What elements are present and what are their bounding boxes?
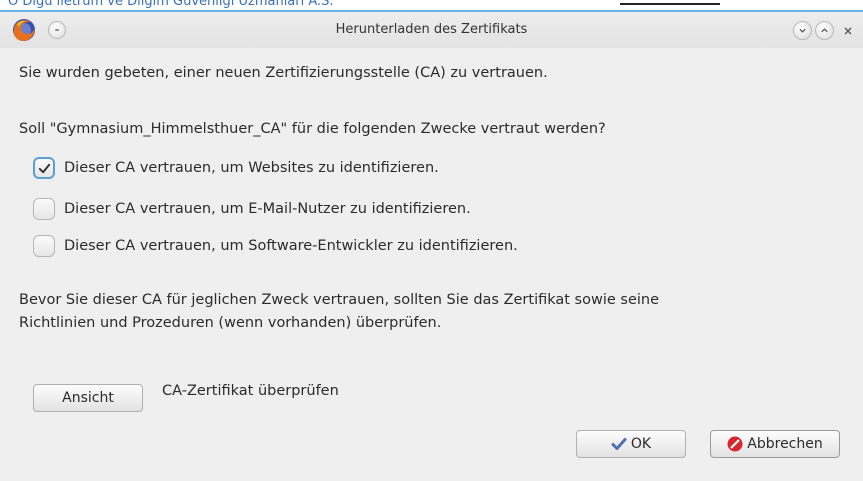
email-label[interactable]: Dieser CA vertrauen, um E-Mail-Nutzer zu… (64, 201, 471, 217)
background-page-text: O Dlgu lletrum ve Dilgim Güvenliği Uzman… (8, 0, 334, 9)
software-checkbox[interactable] (33, 235, 55, 257)
chevron-up-icon[interactable] (815, 21, 834, 40)
option-email[interactable]: Dieser CA vertrauen, um E-Mail-Nutzer zu… (33, 198, 471, 220)
checkmark-icon (38, 163, 50, 173)
dialog-body: Sie wurden gebeten, einer neuen Zertifiz… (0, 48, 863, 481)
trust-question: Soll "Gymnasium_Himmelsthuer_CA" für die… (19, 121, 606, 137)
websites-label[interactable]: Dieser CA vertrauen, um Websites zu iden… (64, 160, 439, 176)
ok-button-label: OK (630, 436, 652, 452)
checkmark-icon (611, 436, 627, 452)
screen: O Dlgu lletrum ve Dilgim Güvenliği Uzman… (0, 0, 863, 481)
websites-checkbox[interactable] (33, 157, 55, 179)
close-icon[interactable] (838, 21, 857, 40)
title-bar[interactable]: Herunterladen des Zertifikats (0, 10, 863, 48)
chevron-down-icon[interactable] (793, 21, 812, 40)
warning-line-1: Bevor Sie dieser CA für jeglichen Zweck … (19, 292, 660, 308)
cancel-button[interactable]: Abbrechen (710, 430, 840, 458)
ok-button[interactable]: OK (576, 430, 686, 458)
view-description: CA-Zertifikat überprüfen (162, 383, 339, 399)
warning-line-2: Richtlinien und Prozeduren (wenn vorhand… (19, 315, 442, 331)
view-button-label: Ansicht (62, 390, 114, 406)
background-page-box (620, 0, 720, 5)
option-websites[interactable]: Dieser CA vertrauen, um Websites zu iden… (33, 157, 439, 179)
stop-icon (727, 436, 743, 452)
software-label[interactable]: Dieser CA vertrauen, um Software-Entwick… (64, 238, 518, 254)
intro-text: Sie wurden gebeten, einer neuen Zertifiz… (19, 65, 548, 81)
window-title: Herunterladen des Zertifikats (335, 22, 528, 37)
email-checkbox[interactable] (33, 198, 55, 220)
view-button[interactable]: Ansicht (33, 384, 143, 412)
option-software[interactable]: Dieser CA vertrauen, um Software-Entwick… (33, 235, 518, 257)
cancel-button-label: Abbrechen (747, 436, 823, 452)
